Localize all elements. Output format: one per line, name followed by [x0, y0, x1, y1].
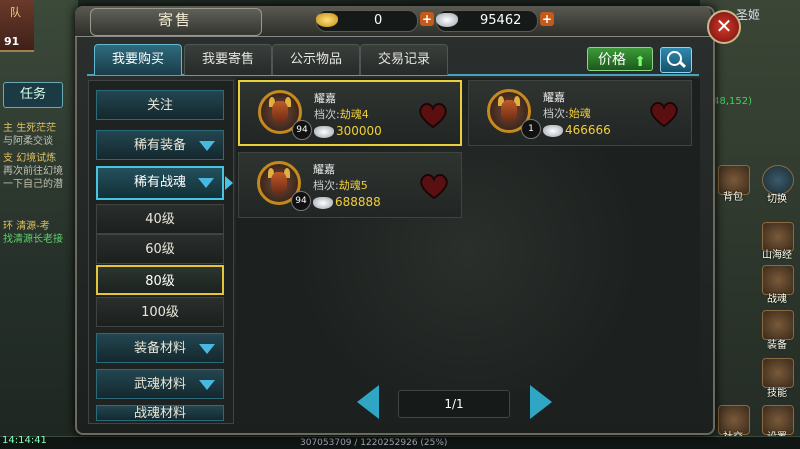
- price-sort-button[interactable]: 价格 ⬆: [587, 47, 653, 71]
- level-100[interactable]: 100级: [96, 297, 224, 327]
- category-rare-equip[interactable]: 稀有装备: [96, 130, 224, 160]
- bag-label: 背包: [723, 192, 743, 203]
- category-label: 装备材料: [133, 341, 186, 356]
- silver-ingot-icon: [314, 126, 334, 138]
- tab-trade-history[interactable]: 交易记录: [360, 44, 448, 75]
- search-button[interactable]: [660, 47, 692, 73]
- player-level: 91: [4, 35, 20, 48]
- equip-label: 装备: [767, 340, 787, 351]
- silver-ingot-icon: [436, 13, 458, 27]
- switch-label: 切换: [767, 194, 787, 205]
- item-name: 耀嘉: [313, 163, 335, 176]
- category-equip-material[interactable]: 装备材料: [96, 333, 224, 363]
- quest-title: 生死茫茫: [16, 123, 57, 134]
- item-price: 466666: [565, 123, 611, 137]
- silver-ingot-icon: [543, 125, 563, 137]
- gold-ingot-icon: [316, 13, 338, 27]
- page-indicator: 1/1: [398, 390, 510, 418]
- level-60[interactable]: 60级: [96, 234, 224, 264]
- item-name: 耀嘉: [314, 92, 336, 105]
- quest-detail: 一下自己的潜: [3, 179, 63, 190]
- quest-tag: 环: [3, 221, 13, 232]
- add-silver-button[interactable]: +: [540, 12, 554, 26]
- chevron-down-icon: [199, 344, 215, 354]
- quest-detail: 与阿柔交谈: [3, 136, 53, 147]
- item-card[interactable]: 94 耀嘉 档次:劫魂5 688888: [238, 152, 462, 218]
- category-label: 战魂材料: [133, 406, 186, 421]
- silver-ingot-icon: [313, 197, 333, 209]
- skill-label: 技能: [767, 388, 787, 399]
- quest-item[interactable]: 主 生死茫茫 与阿柔交谈: [3, 122, 56, 148]
- prev-page-button[interactable]: [357, 385, 379, 419]
- quest-item[interactable]: 支 幻境试炼 再次前往幻境 一下自己的潜: [3, 152, 63, 191]
- war-soul-label: 战魂: [767, 294, 787, 305]
- quest-tag: 主: [3, 123, 13, 134]
- chevron-down-icon: [199, 380, 215, 390]
- window-title: 寄售: [157, 11, 192, 29]
- level-80[interactable]: 80级: [96, 265, 224, 295]
- team-label: 队: [10, 6, 21, 19]
- item-card[interactable]: 1 耀嘉 档次:始魂 466666: [468, 80, 692, 146]
- category-follow[interactable]: 关注: [96, 90, 224, 120]
- tab-buy[interactable]: 我要购买: [94, 44, 182, 75]
- quest-item[interactable]: 环 清源-考 找清源长老接: [3, 220, 63, 246]
- shanhai-label: 山海经: [762, 250, 792, 261]
- item-price: 300000: [336, 124, 382, 138]
- category-label: 稀有装备: [133, 138, 186, 153]
- quest-detail: 再次前往幻境: [3, 166, 63, 177]
- chevron-down-icon: [198, 178, 214, 188]
- arrow-up-icon: ⬆: [634, 54, 646, 70]
- item-name: 耀嘉: [543, 91, 565, 104]
- item-price: 688888: [335, 195, 381, 209]
- item-grade: 档次:始魂: [543, 107, 591, 120]
- tab-public-items[interactable]: 公示物品: [272, 44, 360, 75]
- category-label: 武魂材料: [133, 377, 186, 392]
- add-gold-button[interactable]: +: [420, 12, 434, 26]
- chevron-down-icon: [199, 141, 215, 151]
- map-coordinate: (48,152): [709, 96, 752, 107]
- exp-text: 307053709 / 1220252926 (25%): [300, 438, 448, 448]
- selection-pointer-icon: [225, 176, 233, 190]
- item-grade: 档次:劫魂4: [314, 108, 369, 121]
- close-button[interactable]: ✕: [707, 10, 741, 44]
- clock: 14:14:41: [2, 435, 47, 446]
- quest-title: 幻境试炼: [16, 153, 57, 164]
- quest-tag: 支: [3, 153, 13, 164]
- next-page-button[interactable]: [530, 385, 552, 419]
- category-rare-soul[interactable]: 稀有战魂: [96, 166, 224, 200]
- category-soul-material[interactable]: 武魂材料: [96, 369, 224, 399]
- heart-icon[interactable]: [649, 101, 679, 127]
- quest-detail: 找清源长老接: [3, 234, 63, 245]
- level-40[interactable]: 40级: [96, 204, 224, 234]
- tab-sell[interactable]: 我要寄售: [184, 44, 272, 75]
- category-more[interactable]: 战魂材料: [96, 405, 224, 421]
- item-level-badge: 94: [291, 191, 311, 211]
- item-level-badge: 94: [292, 120, 312, 140]
- heart-icon[interactable]: [419, 173, 449, 199]
- task-button[interactable]: 任务: [3, 82, 63, 108]
- quest-title: 清源-考: [16, 221, 50, 232]
- heart-icon[interactable]: [418, 102, 448, 128]
- player-avatar[interactable]: 队 91: [0, 0, 34, 52]
- item-grade: 档次:劫魂5: [313, 179, 368, 192]
- price-sort-label: 价格: [598, 52, 626, 68]
- item-level-badge: 1: [521, 119, 541, 139]
- item-card[interactable]: 94 耀嘉 档次:劫魂4 300000: [238, 80, 462, 146]
- gold-amount: 0: [374, 13, 383, 28]
- category-label: 稀有战魂: [133, 175, 186, 190]
- silver-amount: 95462: [480, 13, 522, 28]
